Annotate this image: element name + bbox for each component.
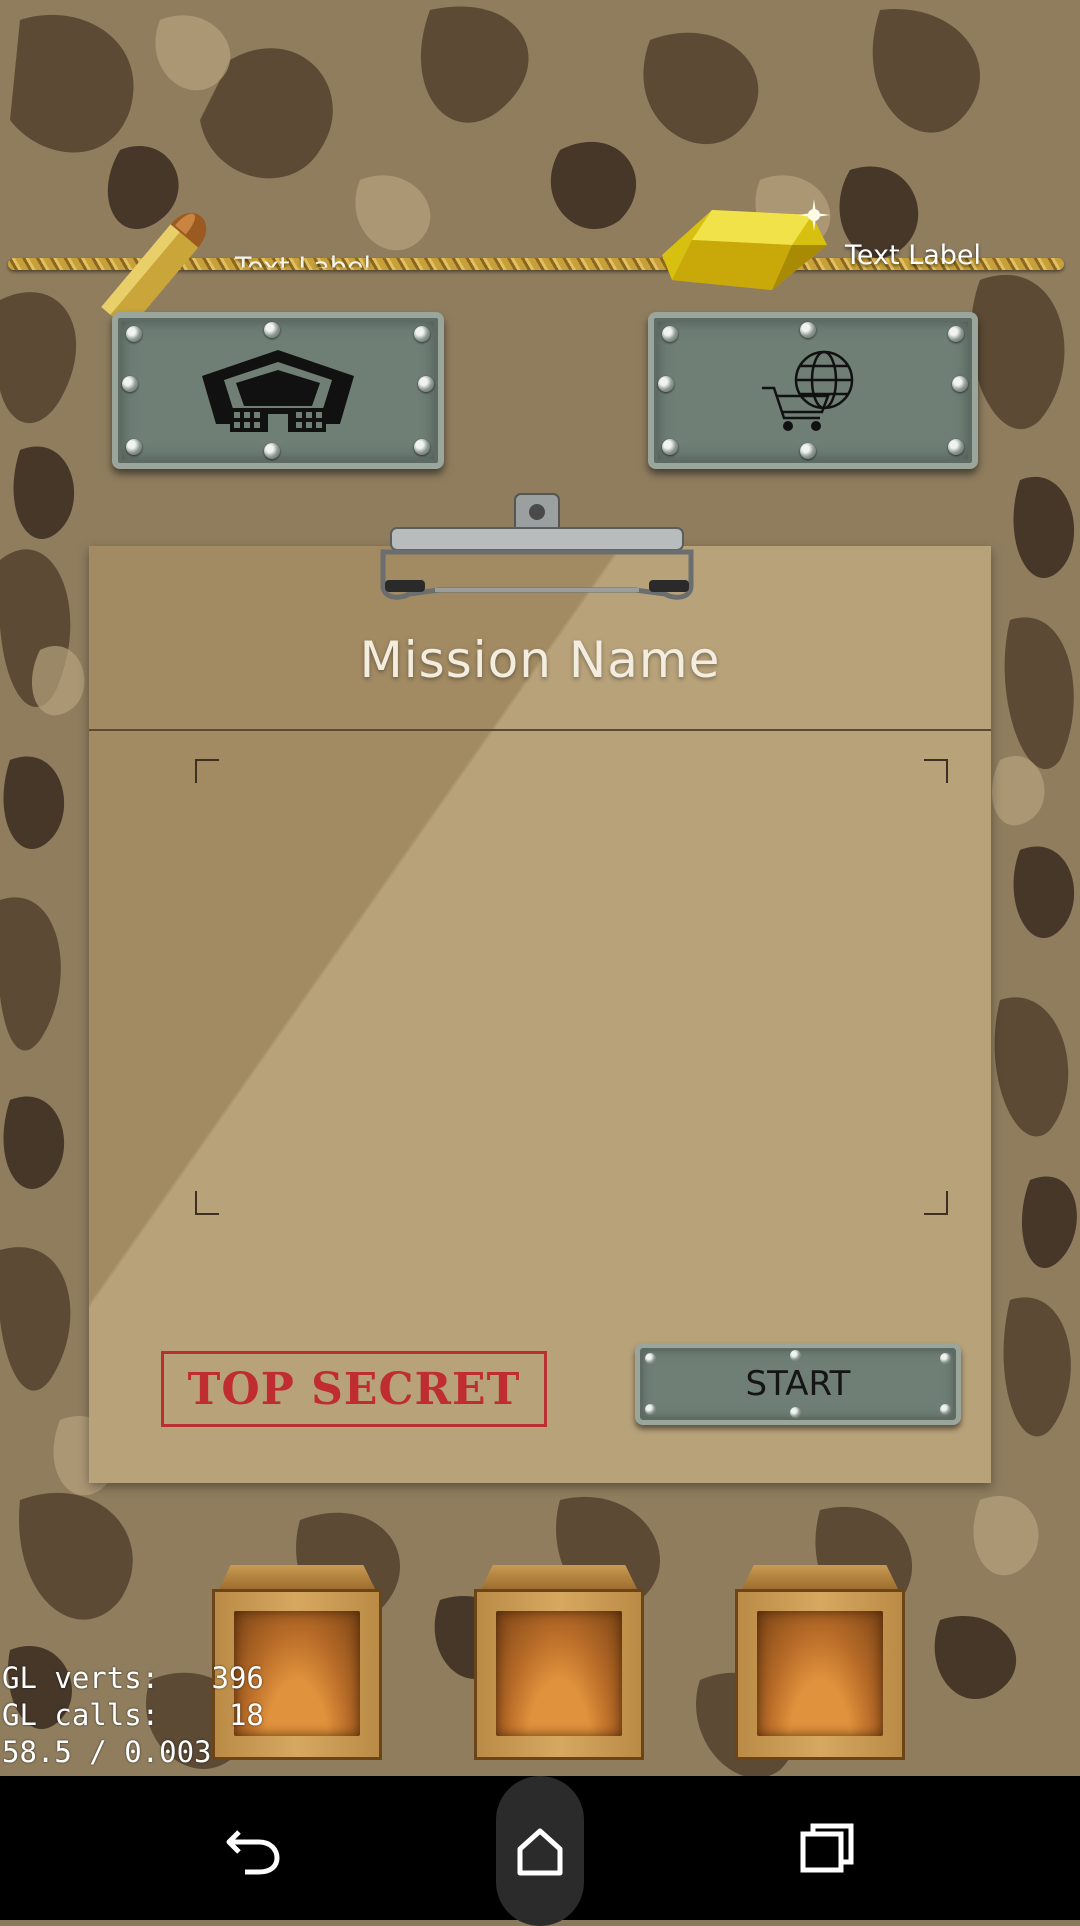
gold-bar-icon [662, 199, 830, 290]
mission-title: Mission Name [359, 631, 721, 689]
title-divider [89, 729, 991, 731]
rivet [418, 376, 434, 392]
gl-debug-overlay: GL verts: 396 GL calls: 18 58.5 / 0.003 [2, 1660, 264, 1771]
recents-button[interactable] [762, 1776, 892, 1920]
frame-corner-bottom-left [195, 1191, 219, 1215]
mission-clipboard: Mission Name TOP SECRET START [89, 546, 991, 1483]
back-arrow-icon [226, 1830, 280, 1875]
gl-verts-line: GL verts: 396 [2, 1661, 264, 1695]
rivet [948, 326, 964, 342]
rivet [662, 439, 678, 455]
mission-preview-area [195, 759, 946, 1213]
gold-count-label: Text Label [845, 240, 982, 271]
rivet [800, 322, 816, 338]
home-icon [517, 1828, 563, 1876]
rivet [948, 439, 964, 455]
rivet [122, 376, 138, 392]
navigation-bar [0, 1776, 1080, 1926]
rivet [662, 326, 678, 342]
headquarters-button[interactable] [112, 312, 444, 469]
start-mission-button[interactable]: START [635, 1343, 961, 1425]
rivet [800, 443, 816, 459]
crate-interior [757, 1611, 883, 1736]
rivet [414, 326, 430, 342]
globe-shopping-cart-icon [762, 350, 854, 431]
recents-icon [800, 1823, 854, 1873]
crate-lid [741, 1565, 899, 1591]
rivet [414, 439, 430, 455]
game-screen: Text Label Text Label [0, 0, 1080, 1776]
frame-corner-bottom-right [924, 1191, 948, 1215]
fps-line: 58.5 / 0.003 [2, 1735, 212, 1769]
crate-lid [218, 1565, 376, 1591]
rivet [126, 439, 142, 455]
crate-lid [480, 1565, 638, 1591]
start-button-label: START [745, 1364, 851, 1404]
shop-button[interactable] [648, 312, 978, 469]
crate-interior [496, 1611, 622, 1736]
rivet [264, 322, 280, 338]
rivet [952, 376, 968, 392]
rivet [264, 443, 280, 459]
gl-calls-line: GL calls: 18 [2, 1698, 264, 1732]
frame-corner-top-left [195, 759, 219, 783]
crate-slot-2[interactable] [474, 1565, 644, 1760]
back-button[interactable] [188, 1776, 318, 1920]
rivet [658, 376, 674, 392]
clipboard-clip [380, 493, 694, 600]
rivet [126, 326, 142, 342]
top-secret-stamp: TOP SECRET [161, 1351, 547, 1427]
home-button[interactable] [496, 1776, 584, 1926]
frame-corner-top-right [924, 759, 948, 783]
crate-slot-3[interactable] [735, 1565, 905, 1760]
pentagon-building-icon [202, 349, 354, 432]
